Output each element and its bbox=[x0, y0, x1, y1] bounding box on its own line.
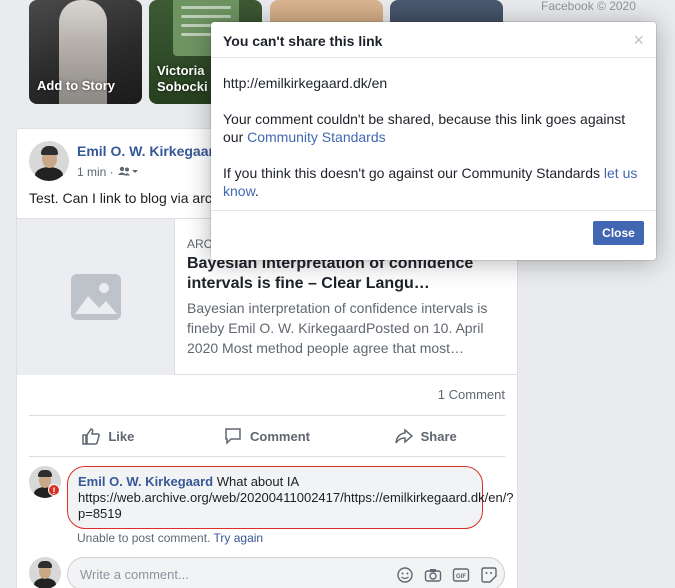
svg-text:GIF: GIF bbox=[456, 574, 466, 580]
share-icon bbox=[394, 428, 413, 444]
gif-icon[interactable]: GIF bbox=[452, 566, 470, 584]
post-meta: 1 min · bbox=[77, 165, 138, 179]
camera-icon[interactable] bbox=[424, 566, 442, 584]
comment-author[interactable]: Emil O. W. Kirkegaard bbox=[78, 474, 213, 489]
footer-copyright: Facebook © 2020 bbox=[541, 0, 636, 13]
avatar[interactable] bbox=[29, 141, 69, 181]
friends-icon[interactable] bbox=[117, 165, 138, 179]
comment-count[interactable]: 1 Comment bbox=[438, 387, 505, 402]
like-label: Like bbox=[108, 428, 135, 444]
link-title[interactable]: Bayesian interpretation of confidence in… bbox=[187, 254, 497, 294]
error-icon: ! bbox=[48, 484, 60, 496]
dialog-title: You can't share this link bbox=[223, 33, 383, 49]
share-error-dialog: You can't share this link × http://emilk… bbox=[211, 22, 656, 260]
post-author[interactable]: Emil O. W. Kirkegaard bbox=[77, 143, 223, 159]
comment-error-text: Unable to post comment. bbox=[77, 531, 211, 545]
emoji-icon[interactable] bbox=[396, 566, 414, 584]
dialog-url: http://emilkirkegaard.dk/en bbox=[223, 75, 388, 91]
comment-bubble: Emil O. W. Kirkegaard What about IA http… bbox=[67, 466, 514, 529]
post-time[interactable]: 1 min · bbox=[77, 165, 114, 179]
comment-placeholder: Write a comment... bbox=[80, 567, 189, 582]
comment-label: Comment bbox=[250, 428, 310, 444]
post-text: Test. Can I link to blog via arc bbox=[29, 190, 212, 206]
close-button[interactable]: Close bbox=[593, 221, 644, 245]
image-placeholder-icon bbox=[17, 219, 175, 375]
try-again-link[interactable]: Try again bbox=[214, 531, 264, 545]
dialog-body: http://emilkirkegaard.dk/en Your comment… bbox=[223, 74, 643, 218]
comment-tools: GIF bbox=[396, 566, 498, 584]
my-avatar bbox=[29, 557, 61, 588]
post-actions: Like Comment Share bbox=[29, 415, 505, 457]
story-label: Add to Story bbox=[37, 78, 115, 93]
close-icon[interactable]: × bbox=[633, 31, 644, 49]
link-description: Bayesian interpretation of confidence in… bbox=[187, 300, 488, 356]
dialog-message: Your comment couldn't be shared, because… bbox=[223, 111, 626, 145]
comment-icon bbox=[225, 428, 241, 445]
share-label: Share bbox=[420, 428, 457, 444]
comment-button[interactable]: Comment bbox=[188, 416, 347, 456]
community-standards-link[interactable]: Community Standards bbox=[247, 129, 386, 145]
story-label: Victoria Sobocki bbox=[157, 63, 208, 94]
share-button[interactable]: Share bbox=[346, 416, 505, 456]
like-button[interactable]: Like bbox=[29, 416, 188, 456]
story-add[interactable]: Add to Story bbox=[29, 0, 142, 104]
sticker-icon[interactable] bbox=[480, 566, 498, 584]
link-domain: ARC bbox=[187, 237, 213, 251]
thumbs-up-icon bbox=[82, 428, 101, 445]
comment-status: Unable to post comment. Try again bbox=[77, 531, 263, 545]
comment-input[interactable]: Write a comment... GIF bbox=[67, 557, 505, 588]
dialog-header: You can't share this link × bbox=[211, 22, 656, 58]
dialog-appeal: If you think this doesn't go against our… bbox=[223, 165, 638, 199]
dialog-footer: Close bbox=[211, 210, 656, 260]
